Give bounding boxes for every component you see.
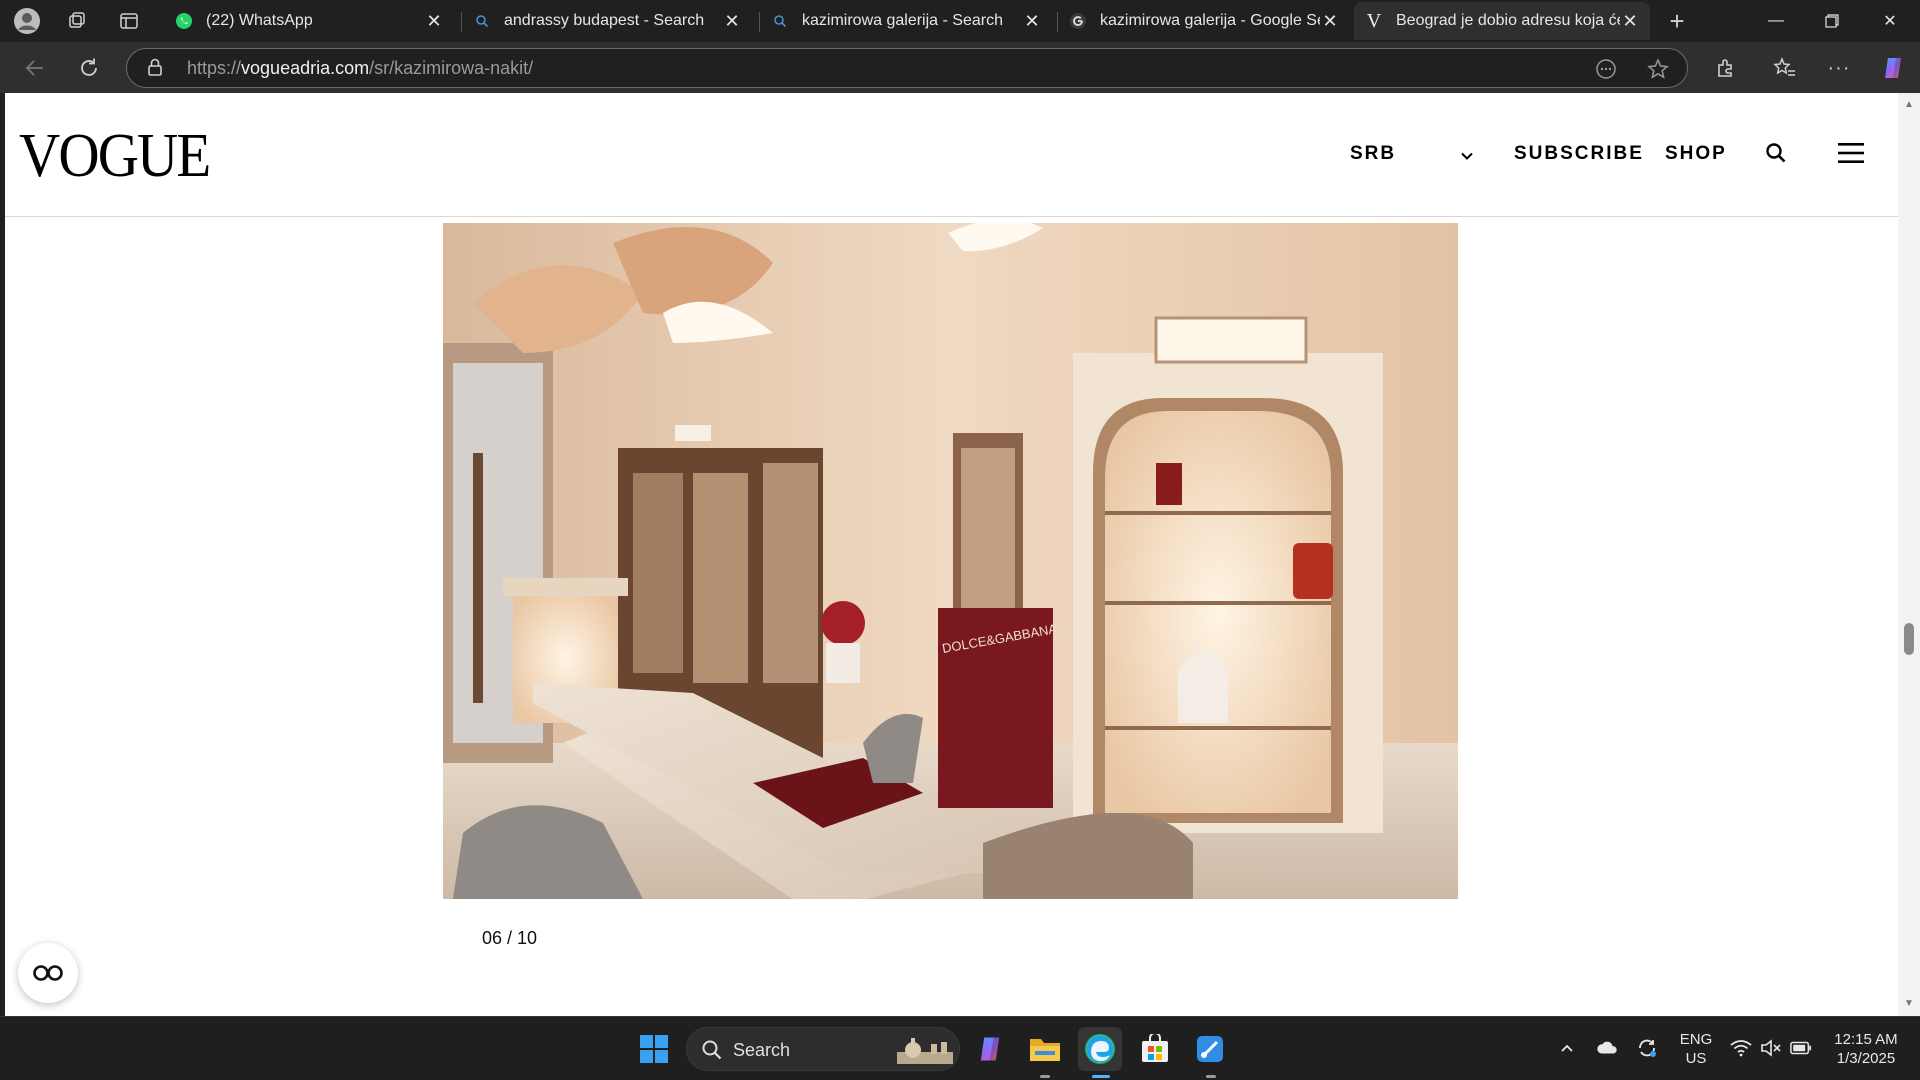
- copilot-app-icon[interactable]: [968, 1027, 1012, 1071]
- search-icon: [472, 11, 492, 31]
- copilot-icon[interactable]: [1876, 51, 1910, 85]
- subscribe-link[interactable]: SUBSCRIBE: [1514, 143, 1644, 165]
- close-icon[interactable]: ✕: [1320, 11, 1340, 31]
- start-button-icon[interactable]: [632, 1027, 676, 1071]
- scroll-up-icon[interactable]: ▲: [1903, 99, 1915, 111]
- tab-title: kazimirowa galerija - Google Sear: [1100, 12, 1320, 29]
- page-viewport: VOGUE SRB SUBSCRIBE SHOP DOLCE&GABBANA 0…: [5, 93, 1898, 1016]
- workspaces-icon[interactable]: [62, 6, 92, 36]
- chevron-down-icon[interactable]: [1451, 140, 1483, 172]
- jewelry-store-interior-photo: DOLCE&GABBANA: [443, 223, 1458, 899]
- microsoft-store-icon[interactable]: [1133, 1027, 1177, 1071]
- accessibility-toggle-button[interactable]: [18, 943, 78, 1003]
- tab-kazimirowa-search[interactable]: kazimirowa galerija - Search ✕: [760, 2, 1052, 40]
- shop-link[interactable]: SHOP: [1665, 143, 1727, 165]
- search-highlight-icon: [895, 1034, 955, 1071]
- onedrive-cloud-icon[interactable]: [1596, 1037, 1618, 1059]
- reader-options-icon[interactable]: [1593, 56, 1619, 82]
- windows-taskbar: Search ENG US 12:15 AM 1/3/2025: [0, 1016, 1920, 1080]
- search-icon[interactable]: [1760, 137, 1792, 169]
- profile-avatar[interactable]: [12, 6, 42, 36]
- input-language-indicator[interactable]: ENG US: [1676, 1030, 1716, 1068]
- favorites-icon[interactable]: [1768, 51, 1802, 85]
- whatsapp-icon: [174, 11, 194, 31]
- tab-vogue-active[interactable]: V Beograd je dobio adresu koja će p ✕: [1354, 2, 1650, 40]
- language-selector[interactable]: SRB: [1350, 143, 1396, 165]
- vogue-logo[interactable]: VOGUE: [19, 121, 211, 192]
- battery-icon[interactable]: [1790, 1037, 1812, 1059]
- search-icon: [770, 11, 790, 31]
- tab-whatsapp[interactable]: (22) WhatsApp ✕: [164, 2, 454, 40]
- search-icon: [701, 1039, 723, 1066]
- clock-datetime[interactable]: 12:15 AM 1/3/2025: [1822, 1030, 1910, 1068]
- taskbar-search-box[interactable]: Search: [686, 1027, 960, 1071]
- address-bar[interactable]: https://vogueadria.com/sr/kazimirowa-nak…: [126, 48, 1688, 88]
- google-icon: [1068, 11, 1088, 31]
- taskbar-search-label: Search: [733, 1040, 791, 1060]
- snipping-tool-icon[interactable]: [1188, 1027, 1232, 1071]
- restore-icon[interactable]: [1804, 0, 1860, 42]
- close-icon[interactable]: ✕: [722, 11, 742, 31]
- site-header: VOGUE SRB SUBSCRIBE SHOP: [5, 93, 1898, 217]
- scroll-down-icon[interactable]: ▼: [1903, 998, 1915, 1010]
- extensions-icon[interactable]: [1708, 51, 1742, 85]
- close-icon[interactable]: ✕: [1022, 11, 1042, 31]
- new-tab-icon[interactable]: +: [1662, 6, 1692, 36]
- tab-actions-icon[interactable]: [114, 6, 144, 36]
- lock-icon[interactable]: [147, 58, 167, 78]
- back-icon[interactable]: [18, 51, 52, 85]
- tab-title: kazimirowa galerija - Search: [802, 12, 1003, 29]
- file-explorer-icon[interactable]: [1023, 1027, 1067, 1071]
- show-hidden-icons-chevron-up-icon[interactable]: [1556, 1037, 1578, 1059]
- scroll-thumb[interactable]: [1904, 623, 1914, 655]
- tab-title: andrassy budapest - Search: [504, 12, 705, 29]
- page-scrollbar[interactable]: ▲ ▼: [1898, 93, 1920, 1016]
- browser-toolbar: https://vogueadria.com/sr/kazimirowa-nak…: [0, 42, 1920, 93]
- wifi-icon[interactable]: [1730, 1037, 1752, 1059]
- favorite-star-icon[interactable]: [1645, 56, 1671, 82]
- minimize-icon[interactable]: —: [1748, 0, 1804, 42]
- tab-andrassy-search[interactable]: andrassy budapest - Search ✕: [462, 2, 752, 40]
- close-icon[interactable]: ✕: [1620, 11, 1640, 31]
- url-text[interactable]: https://vogueadria.com/sr/kazimirowa-nak…: [187, 58, 533, 79]
- tab-title: (22) WhatsApp: [206, 12, 313, 29]
- edge-browser-icon[interactable]: [1078, 1027, 1122, 1071]
- volume-muted-icon[interactable]: [1760, 1037, 1782, 1059]
- close-icon[interactable]: ✕: [424, 11, 444, 31]
- sync-icon[interactable]: [1636, 1037, 1658, 1059]
- tab-strip: (22) WhatsApp ✕ andrassy budapest - Sear…: [0, 0, 1920, 42]
- hamburger-menu-icon[interactable]: [1835, 137, 1867, 169]
- more-menu-icon[interactable]: ···: [1822, 51, 1856, 85]
- gallery-image[interactable]: DOLCE&GABBANA: [443, 223, 1458, 899]
- tab-title: Beograd je dobio adresu koja će p: [1396, 12, 1620, 29]
- refresh-icon[interactable]: [72, 51, 106, 85]
- gallery-counter: 06 / 10: [482, 928, 538, 948]
- window-close-icon[interactable]: ✕: [1862, 0, 1918, 42]
- vogue-icon: V: [1366, 9, 1382, 32]
- glasses-icon: [33, 965, 63, 981]
- browser-chrome: (22) WhatsApp ✕ andrassy budapest - Sear…: [0, 0, 1920, 93]
- tab-kazimirowa-google[interactable]: kazimirowa galerija - Google Sear ✕: [1058, 2, 1350, 40]
